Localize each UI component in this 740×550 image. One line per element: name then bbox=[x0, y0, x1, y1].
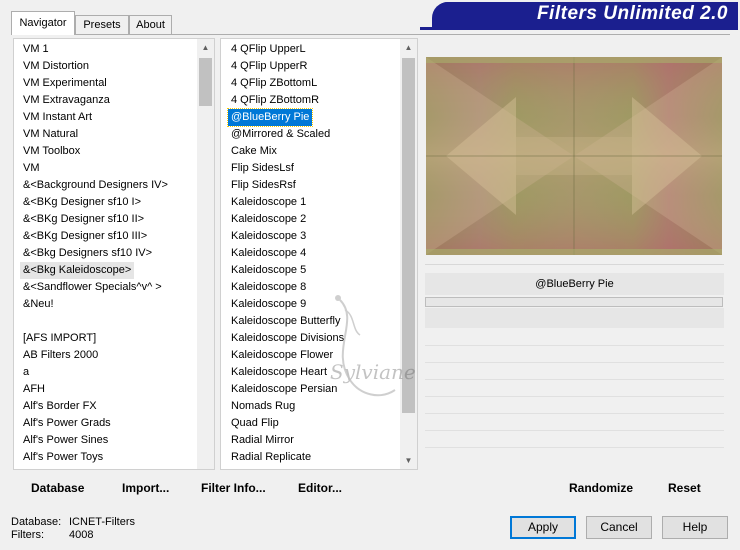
category-list-item[interactable]: Alf's Power Grads bbox=[20, 415, 114, 432]
filter-list-item[interactable]: Cake Mix bbox=[228, 143, 280, 160]
filter-list-item[interactable]: 4 QFlip ZBottomR bbox=[228, 92, 322, 109]
category-list-item[interactable]: VM Experimental bbox=[20, 75, 110, 92]
filter-list-item[interactable]: Radial Replicate bbox=[228, 449, 314, 466]
scroll-up-icon[interactable]: ▲ bbox=[197, 39, 214, 56]
reset-button[interactable]: Reset bbox=[668, 480, 701, 496]
slider-row bbox=[425, 430, 724, 431]
category-list-item[interactable]: [AFS IMPORT] bbox=[20, 330, 99, 347]
category-list-item[interactable]: VM Instant Art bbox=[20, 109, 95, 126]
cancel-button[interactable]: Cancel bbox=[586, 516, 652, 539]
filter-list-item[interactable]: Radial Mirror bbox=[228, 432, 297, 449]
category-list-item[interactable]: &<BKg Designer sf10 I> bbox=[20, 194, 144, 211]
editor-button[interactable]: Editor... bbox=[298, 480, 342, 496]
category-scroll-thumb[interactable] bbox=[199, 58, 212, 106]
database-value: ICNET-Filters bbox=[69, 516, 135, 528]
category-list-item[interactable]: VM Distortion bbox=[20, 58, 92, 75]
category-list-item[interactable]: &<Bkg Kaleidoscope> bbox=[20, 262, 135, 279]
app-title: Filters Unlimited 2.0 bbox=[536, 3, 728, 24]
filter-list-item[interactable]: Kaleidoscope 4 bbox=[228, 245, 309, 262]
divider bbox=[425, 264, 724, 265]
category-list-item[interactable]: VM Toolbox bbox=[20, 143, 83, 160]
filter-list-item[interactable]: Kaleidoscope 5 bbox=[228, 262, 309, 279]
category-list-item[interactable]: &<Bkg Designers sf10 IV> bbox=[20, 245, 155, 262]
filter-list-item[interactable]: 4 QFlip UpperL bbox=[228, 41, 309, 58]
category-list-item[interactable]: a bbox=[20, 364, 32, 381]
tab-about[interactable]: About bbox=[129, 15, 172, 34]
category-list[interactable]: VM 1 VM Distortion VM Experimental VM Extra… bbox=[13, 38, 215, 470]
randomize-button[interactable]: Randomize bbox=[569, 480, 633, 496]
category-list-item[interactable]: &Neu! bbox=[20, 296, 57, 313]
tab-presets[interactable]: Presets bbox=[75, 15, 129, 34]
help-button[interactable]: Help bbox=[662, 516, 728, 539]
filter-list-item[interactable]: Kaleidoscope 1 bbox=[228, 194, 309, 211]
category-list-item[interactable]: VM 1 bbox=[20, 41, 52, 58]
title-banner: Filters Unlimited 2.0 bbox=[432, 2, 738, 27]
watermark-text: Sylviane bbox=[330, 360, 416, 384]
filter-list-item[interactable]: 4 QFlip ZBottomL bbox=[228, 75, 320, 92]
category-list-item[interactable]: AFH bbox=[20, 381, 48, 398]
category-list-item[interactable]: VM Extravaganza bbox=[20, 92, 113, 109]
tab-divider bbox=[11, 34, 730, 35]
filter-list-item[interactable]: Kaleidoscope 9 bbox=[228, 296, 309, 313]
category-list-item[interactable]: VM Natural bbox=[20, 126, 81, 143]
category-list-item[interactable]: Alf's Power Toys bbox=[20, 449, 106, 466]
slider-row bbox=[425, 345, 724, 346]
database-label: Database: bbox=[11, 516, 62, 528]
category-scrollbar[interactable]: ▲ bbox=[197, 39, 214, 469]
selected-filter-name: @BlueBerry Pie bbox=[425, 273, 724, 295]
filter-list-item[interactable]: @BlueBerry Pie bbox=[226, 108, 314, 127]
category-list-item[interactable]: AB Filters 2000 bbox=[20, 347, 101, 364]
banner-underline bbox=[420, 27, 738, 30]
import-button[interactable]: Import... bbox=[122, 480, 169, 496]
slider-row bbox=[425, 413, 724, 414]
filter-list-item[interactable]: Flip SidesLsf bbox=[228, 160, 297, 177]
slider-row bbox=[425, 362, 724, 363]
filter-list-item[interactable]: 4 QFlip UpperR bbox=[228, 58, 310, 75]
database-button[interactable]: Database bbox=[31, 480, 84, 496]
slider-row bbox=[425, 447, 724, 448]
category-list-item[interactable]: &<BKg Designer sf10 III> bbox=[20, 228, 150, 245]
slider-row bbox=[425, 379, 724, 380]
scroll-down-icon[interactable]: ▼ bbox=[400, 452, 417, 469]
category-list-item[interactable]: Alf's Border FX bbox=[20, 398, 100, 415]
category-list-item[interactable]: VM bbox=[20, 160, 43, 177]
filter-list-item[interactable]: Kaleidoscope 2 bbox=[228, 211, 309, 228]
category-list-item[interactable] bbox=[20, 313, 26, 330]
filter-list-item[interactable]: Kaleidoscope 3 bbox=[228, 228, 309, 245]
apply-button[interactable]: Apply bbox=[510, 516, 576, 539]
filter-list-item[interactable]: @Mirrored & Scaled bbox=[228, 126, 333, 143]
preview-image bbox=[426, 57, 722, 255]
filters-count-value: 4008 bbox=[69, 529, 94, 541]
slider-row bbox=[425, 396, 724, 397]
category-list-item[interactable]: &<BKg Designer sf10 II> bbox=[20, 211, 147, 228]
category-list-item[interactable]: &<Sandflower Specials^v^ > bbox=[20, 279, 165, 296]
category-list-item[interactable]: Alf's Power Sines bbox=[20, 432, 111, 449]
scroll-up-icon[interactable]: ▲ bbox=[400, 39, 417, 56]
filter-list-item[interactable]: Flip SidesRsf bbox=[228, 177, 299, 194]
progress-bar bbox=[425, 297, 723, 307]
category-list-item[interactable]: &<Background Designers IV> bbox=[20, 177, 171, 194]
tab-navigator[interactable]: Navigator bbox=[11, 11, 75, 35]
filter-list-item[interactable]: Nomads Rug bbox=[228, 398, 298, 415]
filter-info-button[interactable]: Filter Info... bbox=[201, 480, 266, 496]
watermark-logo: Sylviane bbox=[300, 290, 440, 420]
filter-list-item[interactable]: Kaleidoscope 8 bbox=[228, 279, 309, 296]
filter-list-item[interactable]: Quad Flip bbox=[228, 415, 282, 432]
filters-count-label: Filters: bbox=[11, 529, 44, 541]
parameter-area bbox=[425, 308, 724, 328]
